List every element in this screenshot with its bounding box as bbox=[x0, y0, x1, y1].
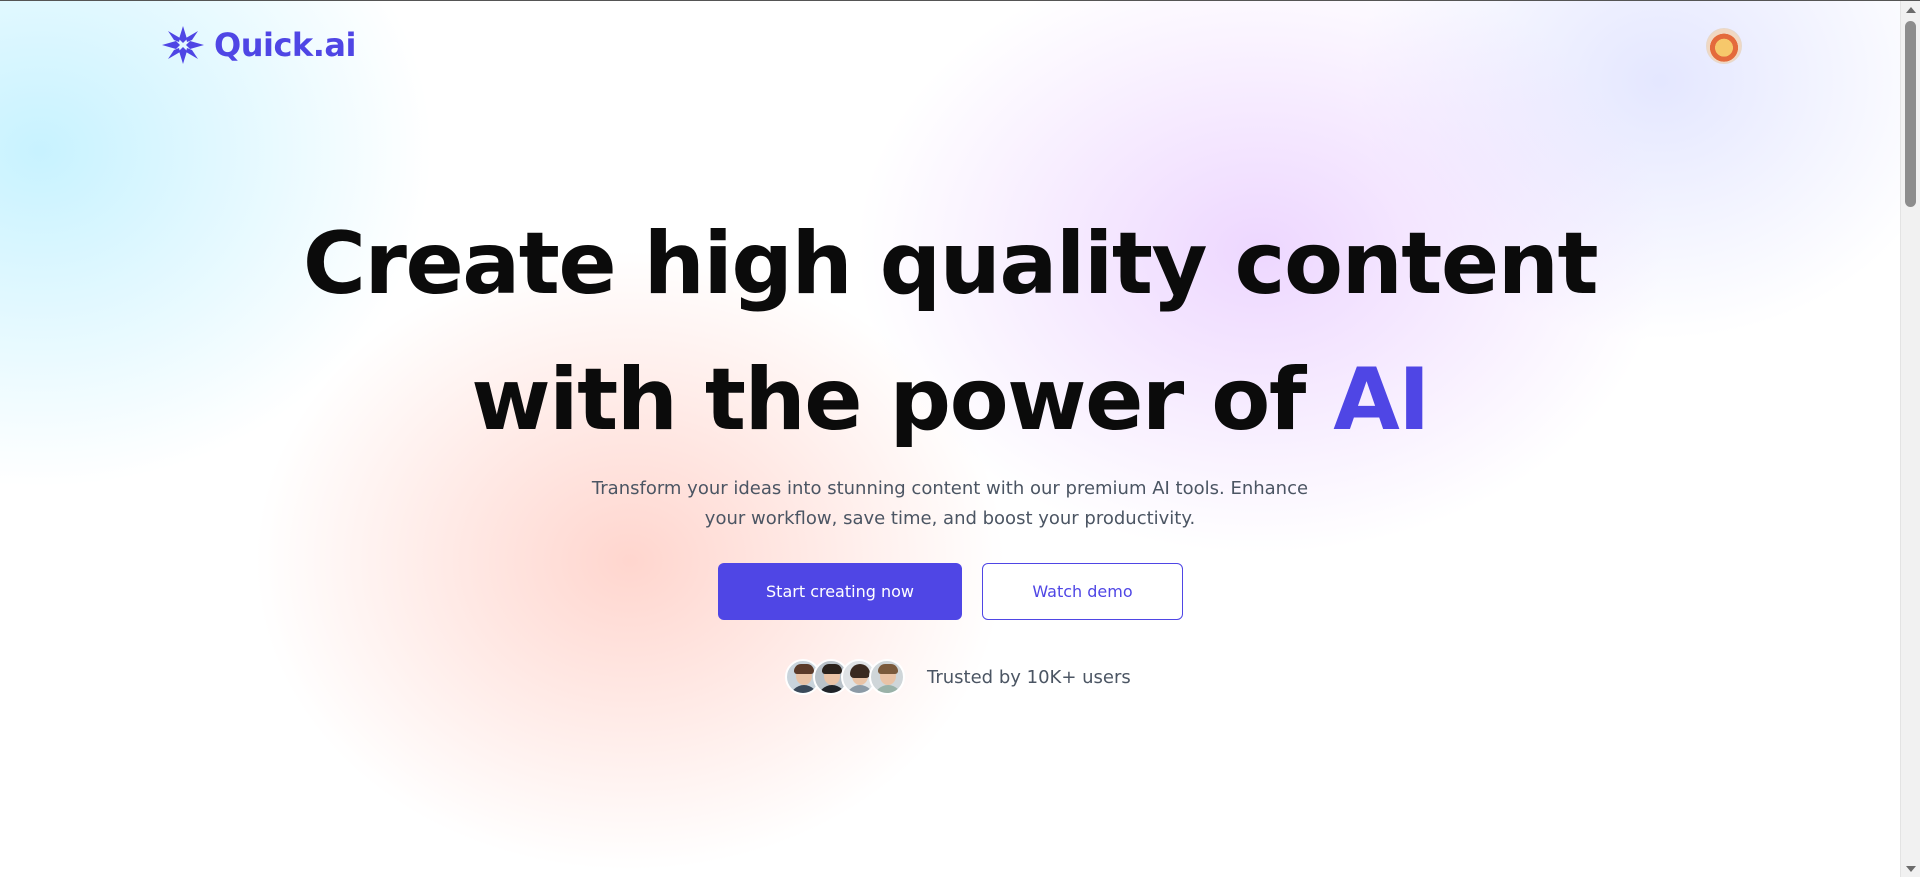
start-creating-button[interactable]: Start creating now bbox=[718, 563, 962, 620]
brand-name: Quick.ai bbox=[214, 26, 356, 64]
sparkle-asterisk-icon bbox=[162, 26, 204, 64]
scroll-down-arrow-icon[interactable] bbox=[1906, 866, 1916, 872]
hero-title-line1: Create high quality content bbox=[302, 214, 1599, 314]
trusted-by-section: Trusted by 10K+ users bbox=[785, 659, 1131, 695]
vertical-scrollbar[interactable] bbox=[1900, 1, 1920, 877]
watch-demo-button[interactable]: Watch demo bbox=[982, 563, 1183, 620]
hero-title-line2: with the power of bbox=[471, 350, 1334, 450]
hero-subtitle: Transform your ideas into stunning conte… bbox=[591, 478, 1309, 529]
trusted-text: Trusted by 10K+ users bbox=[927, 666, 1131, 688]
hero-title-accent: AI bbox=[1333, 350, 1430, 450]
scrollbar-thumb[interactable] bbox=[1905, 21, 1916, 207]
user-avatars-group bbox=[785, 659, 905, 695]
scroll-up-arrow-icon[interactable] bbox=[1906, 7, 1916, 13]
user-avatar-4 bbox=[869, 659, 905, 695]
brand-logo[interactable]: Quick.ai bbox=[160, 25, 356, 65]
hero-title: Create high quality content with the pow… bbox=[0, 196, 1900, 468]
user-avatar[interactable] bbox=[1706, 28, 1742, 64]
